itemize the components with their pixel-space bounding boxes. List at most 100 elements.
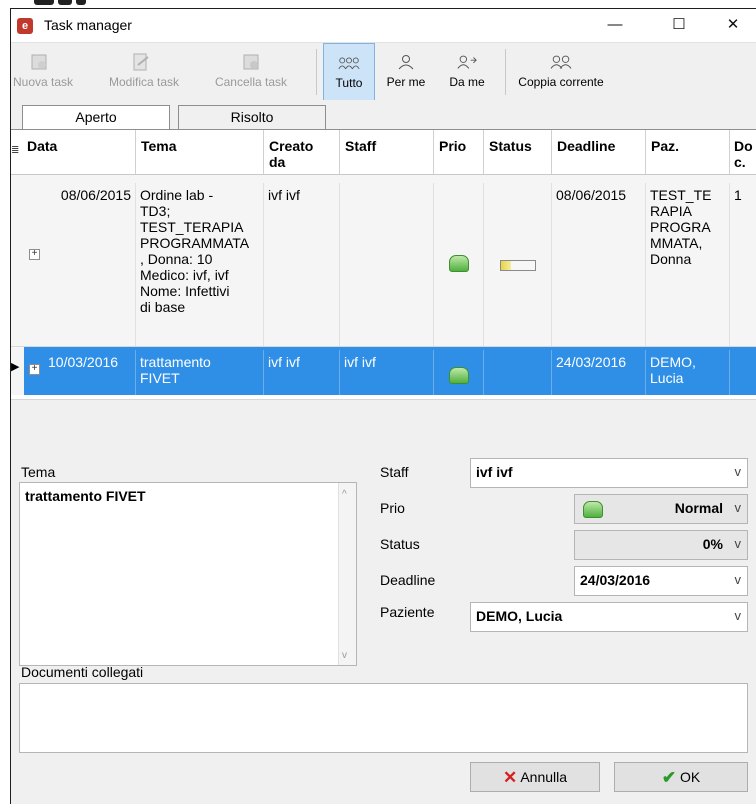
tab-resolved[interactable]: Risolto (178, 105, 326, 130)
row1-paz: TEST_TE RAPIA PROGRA MMATA, Donna (646, 183, 730, 346)
new-task-label: Nuova task (13, 75, 74, 89)
filter-all-label: Tutto (335, 76, 363, 90)
prio-normal-icon (449, 367, 469, 384)
toolbar-separator (505, 49, 506, 95)
header-tema[interactable]: Tema (136, 130, 264, 174)
deadline-label: Deadline (380, 572, 436, 588)
row1-deadline: 08/06/2015 (552, 183, 646, 346)
edit-task-icon (133, 53, 149, 71)
prio-label: Prio (380, 500, 405, 516)
documenti-collegati-label: Documenti collegati (21, 664, 144, 680)
filter-all-button[interactable]: Tutto (323, 43, 375, 101)
paziente-select[interactable]: DEMO, Lucia v (470, 602, 748, 632)
deadline-value: 24/03/2016 (580, 572, 651, 588)
new-task-button[interactable]: Nuova task (13, 43, 74, 101)
header-status[interactable]: Status (484, 130, 552, 174)
filter-from-me-button[interactable]: Da me (439, 43, 495, 101)
clipped-glyph (76, 0, 86, 5)
row1-tema: Ordine lab - TD3; TEST_TERAPIA PROGRAMMA… (136, 183, 264, 346)
scroll-up-icon[interactable]: ^ (342, 489, 347, 500)
header-creato-da[interactable]: Creato da (264, 130, 340, 174)
header-paz[interactable]: Paz. (646, 130, 730, 174)
header-prio[interactable]: Prio (434, 130, 484, 174)
close-button[interactable]: ✕ (710, 12, 756, 38)
minimize-button[interactable]: — (592, 12, 638, 38)
filter-for-me-label: Per me (386, 75, 426, 89)
prio-normal-icon (449, 255, 469, 272)
window-title: Task manager (44, 17, 132, 33)
cancel-label: Annulla (520, 769, 568, 785)
ok-label: OK (679, 769, 701, 785)
paziente-label: Paziente (380, 604, 435, 620)
current-couple-label: Coppia corrente (518, 75, 604, 89)
all-users-icon (338, 57, 360, 70)
filter-for-me-button[interactable]: Per me (377, 43, 435, 101)
deadline-datepicker[interactable]: 24/03/2016 v (574, 566, 748, 596)
chevron-down-icon: v (734, 500, 742, 515)
expand-row-icon[interactable]: + (29, 364, 40, 375)
row2-paz: DEMO, Lucia (646, 350, 730, 395)
current-couple-button[interactable]: Coppia corrente (511, 43, 611, 101)
prio-select[interactable]: Normal v (574, 494, 748, 524)
ok-button[interactable]: ✔ OK (614, 762, 748, 792)
header-data[interactable]: Data (22, 130, 136, 174)
check-icon: ✔ (661, 768, 677, 787)
prio-value: Normal (674, 500, 723, 516)
edit-task-label: Modifica task (109, 75, 180, 89)
filter-from-me-label: Da me (449, 75, 485, 89)
user-icon (398, 55, 414, 70)
row1-doc: 1 (734, 187, 742, 203)
row2-status-cell (484, 350, 552, 395)
chevron-down-icon: v (734, 608, 742, 623)
row2-staff: ivf ivf (340, 350, 434, 395)
header-deadline[interactable]: Deadline (552, 130, 646, 174)
chevron-down-icon: v (734, 464, 742, 479)
header-staff[interactable]: Staff (340, 130, 434, 174)
delete-task-icon (243, 54, 259, 70)
prio-normal-icon (583, 501, 603, 518)
row2-deadline: 24/03/2016 (552, 350, 646, 395)
row2-data: 10/03/2016 (44, 350, 136, 395)
chevron-down-icon: v (734, 536, 742, 551)
row1-creato-da: ivf ivf (264, 183, 340, 346)
paziente-value: DEMO, Lucia (476, 608, 563, 624)
clipped-glyph (58, 0, 72, 5)
tab-open[interactable]: Aperto (22, 105, 170, 130)
clipped-top-strip (0, 0, 756, 8)
couple-icon (550, 55, 572, 69)
edit-task-button[interactable]: Modifica task (109, 43, 180, 101)
cancel-x-icon: ✕ (502, 768, 518, 787)
tema-textarea[interactable]: trattamento FIVET ^ v (19, 482, 357, 666)
header-doc[interactable]: Do c. (730, 130, 756, 174)
tema-scrollbar[interactable]: ^ v (338, 483, 356, 665)
staff-value: ivf ivf (476, 464, 513, 480)
clipped-glyph (34, 0, 54, 5)
app-logo-icon: e (17, 18, 33, 34)
delete-task-label: Cancella task (214, 75, 288, 89)
toolbar-separator (316, 49, 317, 95)
scroll-down-icon[interactable]: v (342, 650, 347, 661)
status-progress-bar (500, 260, 536, 271)
row1-staff (340, 183, 434, 346)
tema-label: Tema (21, 464, 56, 480)
row2-tema: trattamento FIVET (136, 350, 264, 395)
column-chooser-icon[interactable]: ≣ (11, 145, 19, 156)
expand-row-icon[interactable]: + (29, 249, 40, 260)
row2-creato-da: ivf ivf (264, 350, 340, 395)
maximize-button[interactable]: ☐ (656, 12, 702, 38)
linked-documents-list[interactable] (19, 683, 748, 753)
tema-value: trattamento FIVET (25, 488, 146, 504)
status-value: 0% (702, 536, 723, 552)
toolbar: Nuova task Modifica task Cancella task T… (11, 42, 756, 102)
staff-label: Staff (380, 464, 409, 480)
new-task-icon (31, 54, 47, 70)
chevron-down-icon: v (734, 572, 742, 587)
status-select[interactable]: 0% v (574, 530, 748, 560)
row1-data: 08/06/2015 (44, 183, 136, 346)
staff-select[interactable]: ivf ivf v (470, 458, 748, 488)
cancel-button[interactable]: ✕ Annulla (470, 762, 600, 792)
current-row-arrow-icon: ▶ (11, 361, 20, 373)
status-progress-fill (501, 261, 512, 270)
delete-task-button[interactable]: Cancella task (197, 43, 305, 101)
status-label: Status (380, 536, 420, 552)
